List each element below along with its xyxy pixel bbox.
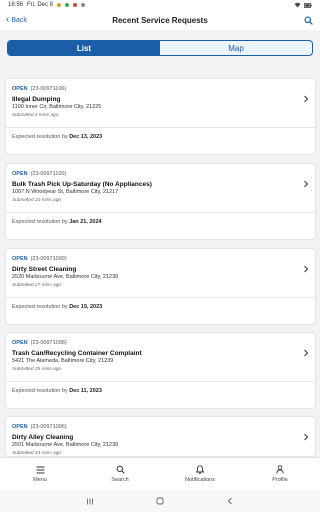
request-id: (23-00971100) xyxy=(30,171,67,177)
nav-search-label: Search xyxy=(111,477,129,483)
wifi-icon xyxy=(294,2,301,8)
app-header: ‹ Back Recent Service Requests xyxy=(0,10,320,30)
request-address: 2501 Marbourne Ave, Baltimore City, 2123… xyxy=(12,442,119,448)
nav-menu-label: Menu xyxy=(33,476,47,483)
request-type: Bulk Trash Pick Up-Saturday (No Applianc… xyxy=(12,181,152,188)
chevron-right-icon xyxy=(304,265,309,273)
status-time: 16:56 xyxy=(8,2,24,8)
battery-icon xyxy=(304,2,312,8)
nav-profile[interactable]: Profile xyxy=(240,458,320,490)
request-card[interactable]: OPEN (23-00971099) Dirty Street Cleaning … xyxy=(5,248,316,325)
search-icon xyxy=(303,15,313,25)
resolution-date: Dec 11, 2023 xyxy=(69,388,102,394)
request-type: Dirty Alley Cleaning xyxy=(12,434,74,441)
submitted-time: Submitted 44 mins ago xyxy=(12,451,62,456)
resolution-date: Jan 21, 2024 xyxy=(69,219,102,225)
chevron-right-icon xyxy=(304,180,309,188)
status-badge: OPEN xyxy=(12,171,28,177)
expected-resolution: Expected resolution by Dec 11, 2023 xyxy=(12,388,102,394)
request-address: 1100 Inner Cir, Baltimore City, 21225 xyxy=(12,104,102,110)
bell-icon xyxy=(196,465,204,474)
divider xyxy=(6,297,315,298)
search-button[interactable] xyxy=(302,14,314,26)
app-icon xyxy=(73,3,78,7)
submitted-time: Submitted 25 mins ago xyxy=(12,367,62,372)
status-badge: OPEN xyxy=(12,340,28,346)
submitted-time: Submitted 4 mins ago xyxy=(12,113,59,118)
status-date: Fri, Dec 8 xyxy=(27,2,54,8)
expected-resolution: Expected resolution by Dec 13, 2023 xyxy=(12,134,103,140)
bottom-nav: Menu Search Notifications Profile xyxy=(0,457,320,490)
resolution-date: Dec 19, 2023 xyxy=(69,304,103,310)
page-title: Recent Service Requests xyxy=(112,15,208,25)
view-toggle: List Map xyxy=(7,40,313,56)
expected-resolution: Expected resolution by Jan 21, 2024 xyxy=(12,219,102,225)
chevron-right-icon xyxy=(304,433,309,441)
status-bar: 16:56 Fri, Dec 8 xyxy=(0,0,320,10)
request-address: 1007 N Woodyear St, Baltimore City, 2121… xyxy=(12,189,119,195)
request-type: Dirty Street Cleaning xyxy=(12,266,77,273)
request-card[interactable]: OPEN (23-00971098) Trash Can/Recycling Co… xyxy=(5,332,316,409)
request-id: (23-00971099) xyxy=(30,256,67,262)
recent-apps-icon xyxy=(87,498,93,504)
chevron-left-icon: ‹ xyxy=(6,14,10,25)
request-type: Trash Can/Recycling Container Complaint xyxy=(12,350,142,357)
status-badge: OPEN xyxy=(12,424,28,430)
request-id: (23-00971098) xyxy=(30,340,67,346)
request-card[interactable]: OPEN (23-00971106) Illegal Dumping 1100 I… xyxy=(5,78,316,155)
chevron-right-icon xyxy=(304,95,309,103)
location-icon xyxy=(81,3,86,7)
divider xyxy=(6,127,315,128)
back-system-button[interactable] xyxy=(225,496,235,506)
submitted-time: Submitted 27 mins ago xyxy=(12,283,62,288)
back-icon xyxy=(227,497,232,505)
recent-apps-button[interactable] xyxy=(85,496,95,506)
nav-menu[interactable]: Menu xyxy=(0,458,80,490)
status-badge: OPEN xyxy=(12,256,28,262)
request-card[interactable]: OPEN (23-00971100) Bulk Trash Pick Up-Sat… xyxy=(5,163,316,240)
request-id: (23-00971096) xyxy=(30,424,67,430)
request-address: 5421 The Alameda, Baltimore City, 21239 xyxy=(12,358,114,364)
nav-notifications-label: Notifications xyxy=(185,477,215,483)
app-icon xyxy=(65,3,70,7)
home-icon xyxy=(156,497,164,505)
submitted-time: Submitted 20 mins ago xyxy=(12,198,62,203)
back-button[interactable]: ‹ Back xyxy=(0,15,27,25)
nav-profile-label: Profile xyxy=(272,477,288,483)
tab-list[interactable]: List xyxy=(8,41,160,55)
nav-notifications[interactable]: Notifications xyxy=(160,458,240,490)
chevron-right-icon xyxy=(304,349,309,357)
tab-map[interactable]: Map xyxy=(160,41,312,55)
search-icon xyxy=(116,465,125,474)
divider xyxy=(6,381,315,382)
request-id: (23-00971106) xyxy=(30,86,67,92)
resolution-date: Dec 13, 2023 xyxy=(69,134,103,140)
back-label: Back xyxy=(11,16,27,24)
request-card[interactable]: OPEN (23-00971096) Dirty Alley Cleaning 2… xyxy=(5,416,316,457)
nav-search[interactable]: Search xyxy=(80,458,160,490)
notification-icon xyxy=(57,3,62,7)
expected-resolution: Expected resolution by Dec 19, 2023 xyxy=(12,304,103,310)
home-button[interactable] xyxy=(155,496,165,506)
system-nav-bar xyxy=(0,490,320,512)
request-address: 2520 Marbourne Ave, Baltimore City, 2123… xyxy=(12,274,119,280)
person-icon xyxy=(276,465,284,474)
menu-icon xyxy=(36,466,44,473)
divider xyxy=(6,212,315,213)
status-badge: OPEN xyxy=(12,86,28,92)
request-type: Illegal Dumping xyxy=(12,96,61,103)
